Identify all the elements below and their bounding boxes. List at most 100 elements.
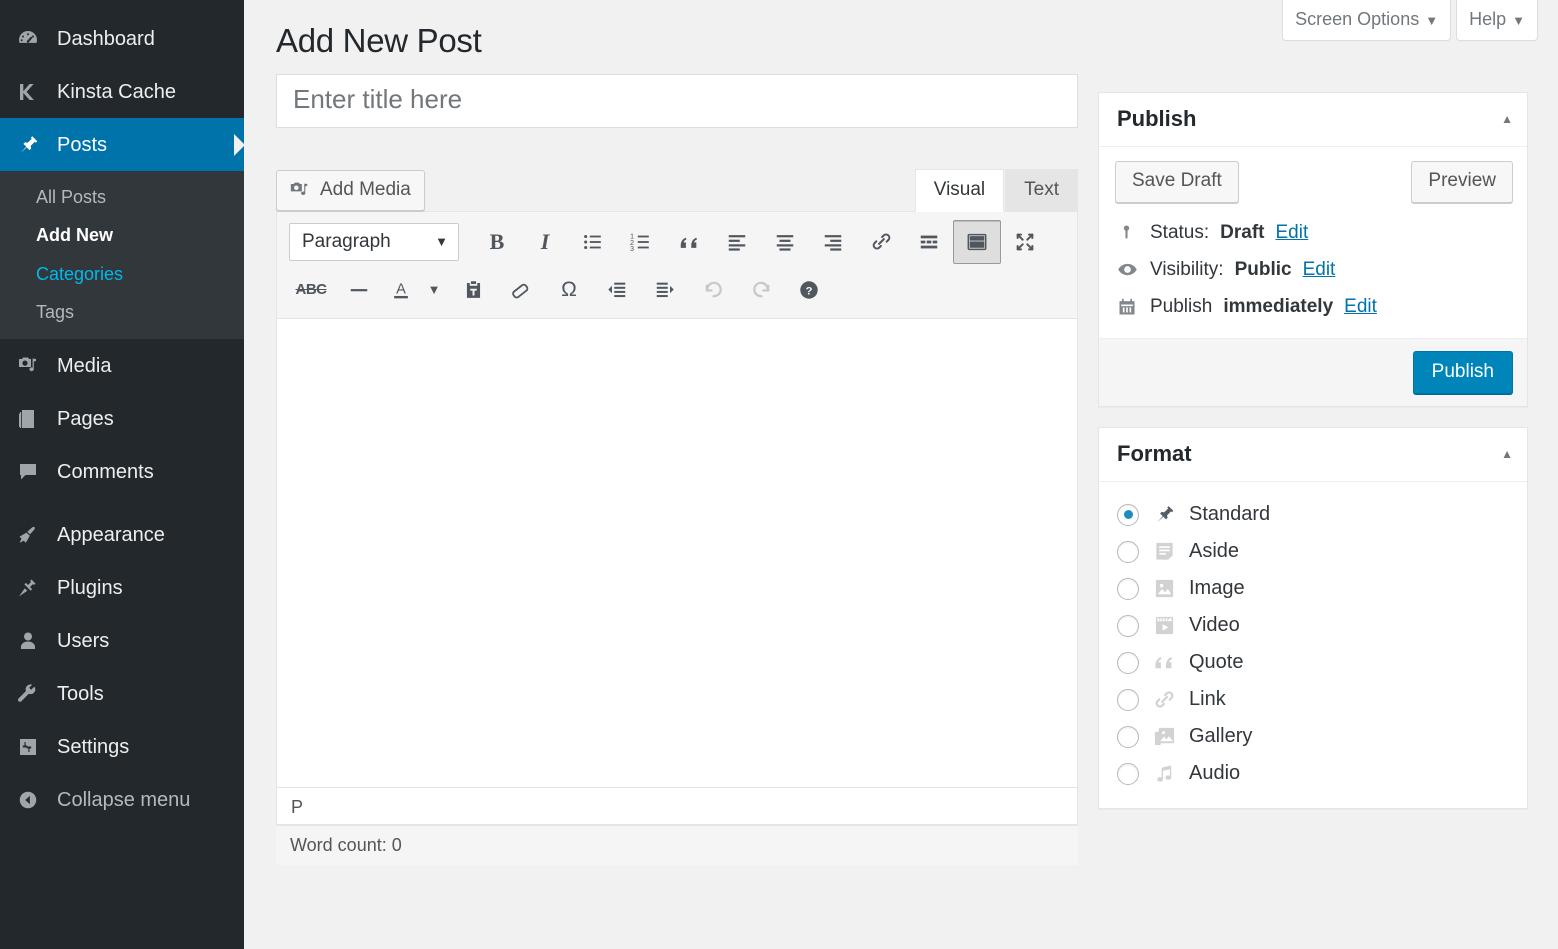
undo-icon[interactable] (689, 268, 737, 312)
radio-standard[interactable] (1117, 504, 1139, 526)
link-icon[interactable] (857, 220, 905, 264)
preview-button[interactable]: Preview (1411, 161, 1513, 203)
sidebar-item-pages[interactable]: Pages (0, 392, 244, 445)
chevron-down-icon: ▼ (435, 234, 448, 249)
sidebar-item-dashboard[interactable]: Dashboard (0, 12, 244, 65)
paragraph-format-select[interactable]: Paragraph ▼ (289, 223, 459, 261)
radio-gallery[interactable] (1117, 726, 1139, 748)
sidebar-item-plugins[interactable]: Plugins (0, 561, 244, 614)
sidebar-item-media[interactable]: Media (0, 339, 244, 392)
sidebar-item-categories[interactable]: Categories (0, 255, 244, 293)
schedule-value: immediately (1223, 296, 1333, 318)
toggle-panel-icon[interactable]: ▲ (1501, 112, 1513, 126)
sidebar-item-appearance[interactable]: Appearance (0, 508, 244, 561)
sidebar-item-posts[interactable]: Posts (0, 118, 244, 171)
screen-options-label: Screen Options (1295, 9, 1419, 29)
posts-submenu: All Posts Add New Categories Tags (0, 171, 244, 339)
format-option-audio[interactable]: Audio (1113, 755, 1517, 792)
read-more-icon[interactable] (905, 220, 953, 264)
status-value: Draft (1220, 222, 1264, 244)
format-option-standard[interactable]: Standard (1113, 496, 1517, 533)
bold-icon[interactable]: B (473, 220, 521, 264)
align-left-icon[interactable] (713, 220, 761, 264)
radio-image[interactable] (1117, 578, 1139, 600)
aside-note-icon (1151, 540, 1177, 563)
editor-toolbar-group: Paragraph ▼ B I (277, 212, 1077, 319)
radio-video[interactable] (1117, 615, 1139, 637)
decrease-indent-icon[interactable] (593, 268, 641, 312)
strikethrough-icon[interactable]: ABC (287, 268, 335, 312)
kinsta-k-icon (8, 80, 48, 104)
align-right-icon[interactable] (809, 220, 857, 264)
sidebar-item-comments[interactable]: Comments (0, 445, 244, 498)
sidebar-item-settings[interactable]: Settings (0, 720, 244, 773)
edit-schedule-link[interactable]: Edit (1344, 296, 1377, 318)
sidebar-label: Users (48, 631, 109, 651)
format-option-aside[interactable]: Aside (1113, 533, 1517, 570)
format-label: Quote (1189, 651, 1243, 674)
paintbrush-icon (8, 523, 48, 547)
horizontal-line-icon[interactable] (335, 268, 383, 312)
fullscreen-icon[interactable] (1001, 220, 1049, 264)
editor-content-area[interactable] (277, 319, 1077, 787)
radio-audio[interactable] (1117, 763, 1139, 785)
svg-text:?: ? (806, 285, 813, 297)
edit-visibility-link[interactable]: Edit (1303, 259, 1336, 281)
blockquote-icon[interactable] (665, 220, 713, 264)
redo-icon[interactable] (737, 268, 785, 312)
add-media-label: Add Media (320, 179, 411, 202)
word-count: Word count: 0 (276, 825, 1078, 865)
edit-status-link[interactable]: Edit (1276, 222, 1309, 244)
sidebar-item-users[interactable]: Users (0, 614, 244, 667)
sidebar-item-tags[interactable]: Tags (0, 293, 244, 331)
sidebar-item-all-posts[interactable]: All Posts (0, 178, 244, 216)
svg-text:A: A (396, 281, 406, 297)
align-center-icon[interactable] (761, 220, 809, 264)
minor-publishing-actions: Save Draft Preview (1115, 161, 1513, 215)
editor-toolbar-row-2: ABC A (287, 266, 1077, 314)
collapse-menu-label: Collapse menu (48, 790, 190, 810)
post-visibility-row: Visibility: Public Edit (1115, 252, 1513, 289)
radio-aside[interactable] (1117, 541, 1139, 563)
clear-formatting-icon[interactable] (497, 268, 545, 312)
numbered-list-icon[interactable]: 1 2 3 (617, 220, 665, 264)
text-color-chevron-icon[interactable]: ▼ (419, 268, 449, 312)
special-character-icon[interactable]: Ω (545, 268, 593, 312)
format-option-image[interactable]: Image (1113, 570, 1517, 607)
publish-button[interactable]: Publish (1413, 351, 1513, 395)
radio-link[interactable] (1117, 689, 1139, 711)
editor-tools: Add Media Visual Text (276, 128, 1078, 211)
post-title-input[interactable] (287, 78, 1067, 124)
tab-visual[interactable]: Visual (915, 169, 1004, 212)
text-color-icon[interactable]: A (383, 268, 419, 312)
format-option-link[interactable]: Link (1113, 681, 1517, 718)
toolbar-toggle-icon[interactable] (953, 220, 1001, 264)
sidebar-item-tools[interactable]: Tools (0, 667, 244, 720)
post-schedule-row: Publish immediately Edit (1115, 289, 1513, 326)
pages-icon (8, 407, 48, 431)
image-icon (1151, 577, 1177, 600)
keyboard-shortcuts-icon[interactable]: ? (785, 268, 833, 312)
save-draft-button[interactable]: Save Draft (1115, 161, 1239, 203)
add-media-button[interactable]: Add Media (276, 170, 425, 211)
visibility-value: Public (1235, 259, 1292, 281)
post-body-content: Add Media Visual Text Paragraph ▼ (276, 74, 1078, 865)
sidebar-item-add-new[interactable]: Add New (0, 216, 244, 254)
sidebar-item-kinsta-cache[interactable]: Kinsta Cache (0, 65, 244, 118)
help-button[interactable]: Help▼ (1456, 0, 1538, 41)
screen-options-button[interactable]: Screen Options▼ (1282, 0, 1451, 41)
format-option-gallery[interactable]: Gallery (1113, 718, 1517, 755)
collapse-menu-button[interactable]: Collapse menu (0, 773, 244, 826)
tab-text[interactable]: Text (1005, 169, 1078, 212)
toggle-panel-icon[interactable]: ▲ (1501, 447, 1513, 461)
help-label: Help (1469, 9, 1506, 29)
italic-icon[interactable]: I (521, 220, 569, 264)
increase-indent-icon[interactable] (641, 268, 689, 312)
format-option-video[interactable]: Video (1113, 607, 1517, 644)
admin-sidebar: Dashboard Kinsta Cache Posts All Posts A… (0, 0, 244, 949)
bulleted-list-icon[interactable] (569, 220, 617, 264)
paste-as-text-icon[interactable] (449, 268, 497, 312)
radio-quote[interactable] (1117, 652, 1139, 674)
format-label: Video (1189, 614, 1240, 637)
format-option-quote[interactable]: Quote (1113, 644, 1517, 681)
